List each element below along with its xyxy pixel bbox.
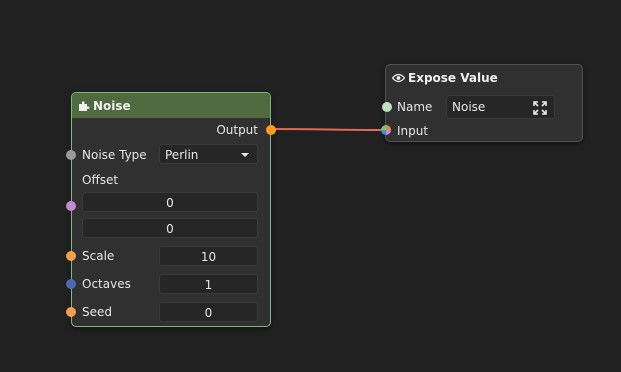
input-label: Input xyxy=(397,124,429,138)
octaves-port[interactable] xyxy=(66,279,76,289)
scale-label: Scale xyxy=(82,249,115,263)
name-input[interactable]: Noise xyxy=(446,95,555,119)
noise-type-label: Noise Type xyxy=(82,148,147,162)
noise-type-value: Perlin xyxy=(165,148,199,162)
eye-icon xyxy=(392,73,405,83)
octaves-label: Octaves xyxy=(82,277,131,291)
expand-icon[interactable] xyxy=(533,100,547,122)
seed-port[interactable] xyxy=(66,307,76,317)
offset-port[interactable] xyxy=(66,201,76,211)
noise-type-dropdown[interactable]: Perlin xyxy=(159,144,258,164)
noise-node-header[interactable]: Noise xyxy=(72,93,270,118)
output-label: Output xyxy=(216,123,258,137)
offset-label: Offset xyxy=(82,173,119,187)
noise-node-title: Noise xyxy=(93,98,131,113)
scale-input[interactable]: 10 xyxy=(159,246,258,266)
expose-value-title: Expose Value xyxy=(408,71,498,85)
input-port[interactable] xyxy=(381,125,391,135)
chevron-down-icon xyxy=(241,153,249,157)
name-label: Name xyxy=(397,100,433,114)
seed-input[interactable]: 0 xyxy=(159,302,258,322)
puzzle-piece-icon xyxy=(78,100,90,112)
expose-value-node[interactable]: Expose Value Name Noise Input xyxy=(381,64,583,142)
seed-label: Seed xyxy=(82,305,112,319)
scale-port[interactable] xyxy=(66,251,76,261)
output-to-input-wire[interactable] xyxy=(269,128,386,131)
offset-x-input[interactable]: 0 xyxy=(82,192,258,212)
noise-type-port[interactable] xyxy=(66,150,76,160)
output-port[interactable] xyxy=(266,125,276,135)
name-value: Noise xyxy=(452,100,486,114)
name-port[interactable] xyxy=(382,102,392,112)
offset-y-input[interactable]: 0 xyxy=(82,218,258,238)
noise-node[interactable]: Noise Output Noise Type Perlin Offset 0 … xyxy=(66,92,276,327)
expose-value-header[interactable]: Expose Value xyxy=(386,65,582,91)
octaves-input[interactable]: 1 xyxy=(159,274,258,294)
